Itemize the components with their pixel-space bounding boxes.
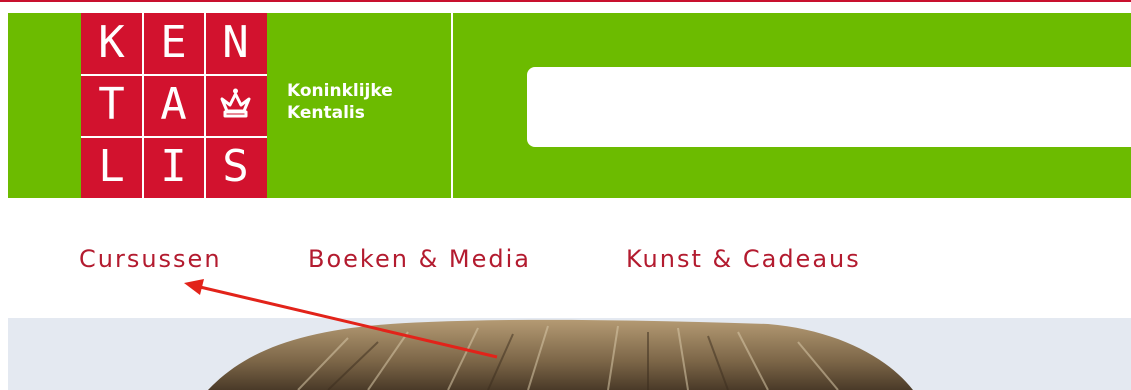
top-accent-line xyxy=(0,0,1131,2)
logo-letter: E xyxy=(160,17,187,68)
hero-image xyxy=(8,318,1131,390)
crown-icon xyxy=(205,75,266,135)
header-divider xyxy=(451,13,453,198)
logo-letter: S xyxy=(222,141,249,192)
logo-letter: K xyxy=(98,17,125,68)
logo-grid-line xyxy=(81,136,267,138)
logo-letter: N xyxy=(222,17,249,68)
hero-photo xyxy=(8,318,1131,390)
nav-link-cursussen[interactable]: Cursussen xyxy=(79,244,222,274)
logo-letter: L xyxy=(98,141,125,192)
search-input[interactable] xyxy=(527,67,1131,147)
brand-name-line1: Koninklijke xyxy=(287,81,393,101)
kentalis-logo[interactable]: K E N T A L I S xyxy=(81,13,267,198)
logo-letter: I xyxy=(160,141,187,192)
nav-link-boeken-media[interactable]: Boeken & Media xyxy=(308,244,531,274)
brand-name-line2: Kentalis xyxy=(287,103,365,123)
logo-letter: A xyxy=(160,79,187,130)
main-navigation: Cursussen Boeken & Media Kunst & Cadeaus xyxy=(0,236,1131,286)
logo-letter: T xyxy=(98,79,125,130)
logo-grid-line xyxy=(142,13,144,198)
brand-name[interactable]: Koninklijke Kentalis xyxy=(287,80,393,124)
logo-grid-line xyxy=(204,13,206,198)
logo-grid-line xyxy=(81,74,267,76)
nav-link-kunst-cadeaus[interactable]: Kunst & Cadeaus xyxy=(626,244,861,274)
